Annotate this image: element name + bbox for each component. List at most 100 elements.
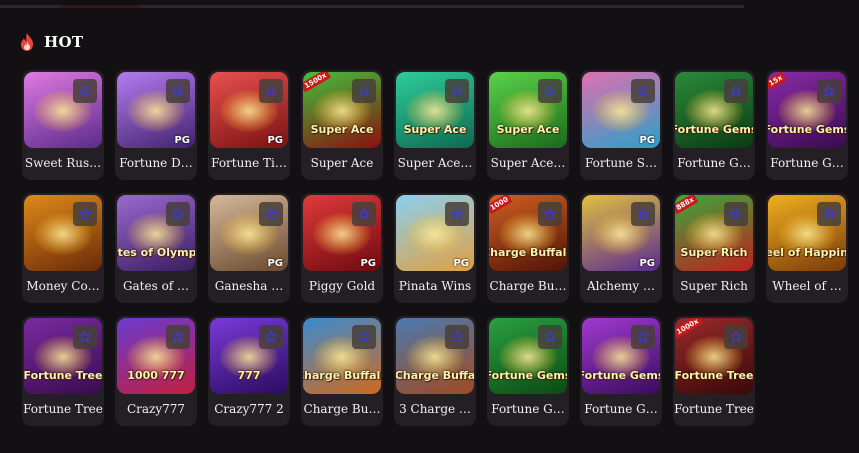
game-thumbnail[interactable]: Fortune Gems bbox=[675, 72, 753, 148]
game-thumbnail[interactable]: PG bbox=[582, 195, 660, 271]
provider-logo: PG bbox=[360, 258, 376, 269]
favorite-button[interactable] bbox=[166, 325, 190, 349]
game-logo-text: 1000 777 bbox=[127, 369, 185, 382]
game-thumbnail[interactable]: 1500x Super Ace bbox=[303, 72, 381, 148]
game-card[interactable]: Fortune Tree Fortune Tree bbox=[22, 316, 104, 426]
game-card[interactable]: 1000 Charge Buffalo Charge Bu… bbox=[487, 193, 569, 303]
game-thumbnail[interactable]: Gates of Olympus bbox=[117, 195, 195, 271]
game-card[interactable]: PG Fortune D… bbox=[115, 70, 197, 180]
favorite-button[interactable] bbox=[352, 202, 376, 226]
favorite-button[interactable] bbox=[724, 79, 748, 103]
star-icon bbox=[264, 207, 278, 221]
game-logo-text: Super Ace bbox=[310, 123, 374, 136]
favorite-button[interactable] bbox=[631, 202, 655, 226]
provider-logo: PG bbox=[639, 135, 655, 146]
game-thumbnail[interactable]: Wheel of Happiness bbox=[768, 195, 846, 271]
game-card[interactable]: 888x Super Rich Super Rich bbox=[673, 193, 755, 303]
game-grid: Sweet Rus… PG Fortune D… PG Fortune Ti… 1500x… bbox=[22, 70, 848, 426]
game-thumbnail[interactable]: 3 Charge Buffalo bbox=[396, 318, 474, 394]
game-name: Piggy Gold bbox=[308, 279, 376, 293]
game-card[interactable]: 777 Crazy777 2 bbox=[208, 316, 290, 426]
game-thumbnail[interactable]: 15x Fortune Gems bbox=[768, 72, 846, 148]
game-name: Fortune G… bbox=[491, 402, 565, 416]
game-card[interactable]: 1000 777 Crazy777 bbox=[115, 316, 197, 426]
game-card[interactable]: Fortune Gems Fortune G… bbox=[580, 316, 662, 426]
game-card[interactable]: PG Fortune S… bbox=[580, 70, 662, 180]
favorite-button[interactable] bbox=[817, 202, 841, 226]
horizontal-scrollbar[interactable] bbox=[0, 5, 744, 8]
game-card[interactable]: PG Piggy Gold bbox=[301, 193, 383, 303]
game-card[interactable]: 1000x Fortune Tree Fortune Tree bbox=[673, 316, 755, 426]
game-thumbnail[interactable]: PG bbox=[303, 195, 381, 271]
game-thumbnail[interactable]: 777 bbox=[210, 318, 288, 394]
favorite-button[interactable] bbox=[73, 325, 97, 349]
star-icon bbox=[636, 84, 650, 98]
game-thumbnail[interactable]: 1000 777 bbox=[117, 318, 195, 394]
multiplier-badge: 15x bbox=[768, 72, 787, 91]
favorite-button[interactable] bbox=[631, 79, 655, 103]
favorite-button[interactable] bbox=[166, 202, 190, 226]
game-thumbnail[interactable]: 888x Super Rich bbox=[675, 195, 753, 271]
favorite-button[interactable] bbox=[445, 325, 469, 349]
favorite-button[interactable] bbox=[73, 202, 97, 226]
game-thumbnail[interactable] bbox=[24, 72, 102, 148]
favorite-button[interactable] bbox=[538, 202, 562, 226]
game-thumbnail[interactable]: PG bbox=[117, 72, 195, 148]
game-card[interactable]: Wheel of Happiness Wheel of … bbox=[766, 193, 848, 303]
favorite-button[interactable] bbox=[817, 79, 841, 103]
game-card[interactable]: Charge Buffalo Charge Bu… bbox=[301, 316, 383, 426]
multiplier-badge: 888x bbox=[675, 195, 699, 215]
favorite-button[interactable] bbox=[538, 79, 562, 103]
favorite-button[interactable] bbox=[352, 79, 376, 103]
scrollbar-thumb[interactable] bbox=[60, 5, 140, 8]
game-thumbnail[interactable]: PG bbox=[396, 195, 474, 271]
game-thumbnail[interactable]: Fortune Gems bbox=[489, 318, 567, 394]
game-thumbnail[interactable]: PG bbox=[582, 72, 660, 148]
game-card[interactable]: 3 Charge Buffalo 3 Charge … bbox=[394, 316, 476, 426]
star-icon bbox=[264, 330, 278, 344]
game-card[interactable]: 1500x Super Ace Super Ace bbox=[301, 70, 383, 180]
game-thumbnail[interactable] bbox=[24, 195, 102, 271]
game-logo-text: Fortune Gems bbox=[582, 369, 660, 382]
favorite-button[interactable] bbox=[352, 325, 376, 349]
favorite-button[interactable] bbox=[538, 325, 562, 349]
game-card[interactable]: Gates of Olympus Gates of … bbox=[115, 193, 197, 303]
favorite-button[interactable] bbox=[724, 325, 748, 349]
game-thumbnail[interactable]: 1000 Charge Buffalo bbox=[489, 195, 567, 271]
game-card[interactable]: PG Alchemy … bbox=[580, 193, 662, 303]
game-thumbnail[interactable]: Fortune Gems bbox=[582, 318, 660, 394]
game-card[interactable]: PG Ganesha … bbox=[208, 193, 290, 303]
game-card[interactable]: Sweet Rus… bbox=[22, 70, 104, 180]
game-name: Fortune G… bbox=[677, 156, 751, 170]
game-card[interactable]: Super Ace Super Ace… bbox=[487, 70, 569, 180]
game-logo-text: Wheel of Happiness bbox=[768, 246, 846, 259]
favorite-button[interactable] bbox=[445, 202, 469, 226]
game-card[interactable]: Fortune Gems Fortune G… bbox=[673, 70, 755, 180]
favorite-button[interactable] bbox=[259, 79, 283, 103]
game-card[interactable]: Fortune Gems Fortune G… bbox=[487, 316, 569, 426]
game-card[interactable]: 15x Fortune Gems Fortune G… bbox=[766, 70, 848, 180]
favorite-button[interactable] bbox=[445, 79, 469, 103]
game-thumbnail[interactable]: PG bbox=[210, 72, 288, 148]
game-logo-text: Charge Buffalo bbox=[303, 369, 381, 382]
game-thumbnail[interactable]: 1000x Fortune Tree bbox=[675, 318, 753, 394]
game-card[interactable]: PG Pinata Wins bbox=[394, 193, 476, 303]
game-thumbnail[interactable]: PG bbox=[210, 195, 288, 271]
game-thumbnail[interactable]: Charge Buffalo bbox=[303, 318, 381, 394]
favorite-button[interactable] bbox=[259, 325, 283, 349]
favorite-button[interactable] bbox=[73, 79, 97, 103]
game-card[interactable]: PG Fortune Ti… bbox=[208, 70, 290, 180]
game-card[interactable]: Money Co… bbox=[22, 193, 104, 303]
favorite-button[interactable] bbox=[724, 202, 748, 226]
game-name: Sweet Rus… bbox=[24, 156, 102, 170]
section-title: HOT bbox=[44, 33, 84, 51]
favorite-button[interactable] bbox=[259, 202, 283, 226]
game-thumbnail[interactable]: Super Ace bbox=[396, 72, 474, 148]
provider-logo: PG bbox=[639, 258, 655, 269]
game-card[interactable]: Super Ace Super Ace… bbox=[394, 70, 476, 180]
favorite-button[interactable] bbox=[631, 325, 655, 349]
favorite-button[interactable] bbox=[166, 79, 190, 103]
game-thumbnail[interactable]: Fortune Tree bbox=[24, 318, 102, 394]
game-thumbnail[interactable]: Super Ace bbox=[489, 72, 567, 148]
game-name: Wheel of … bbox=[772, 279, 842, 293]
